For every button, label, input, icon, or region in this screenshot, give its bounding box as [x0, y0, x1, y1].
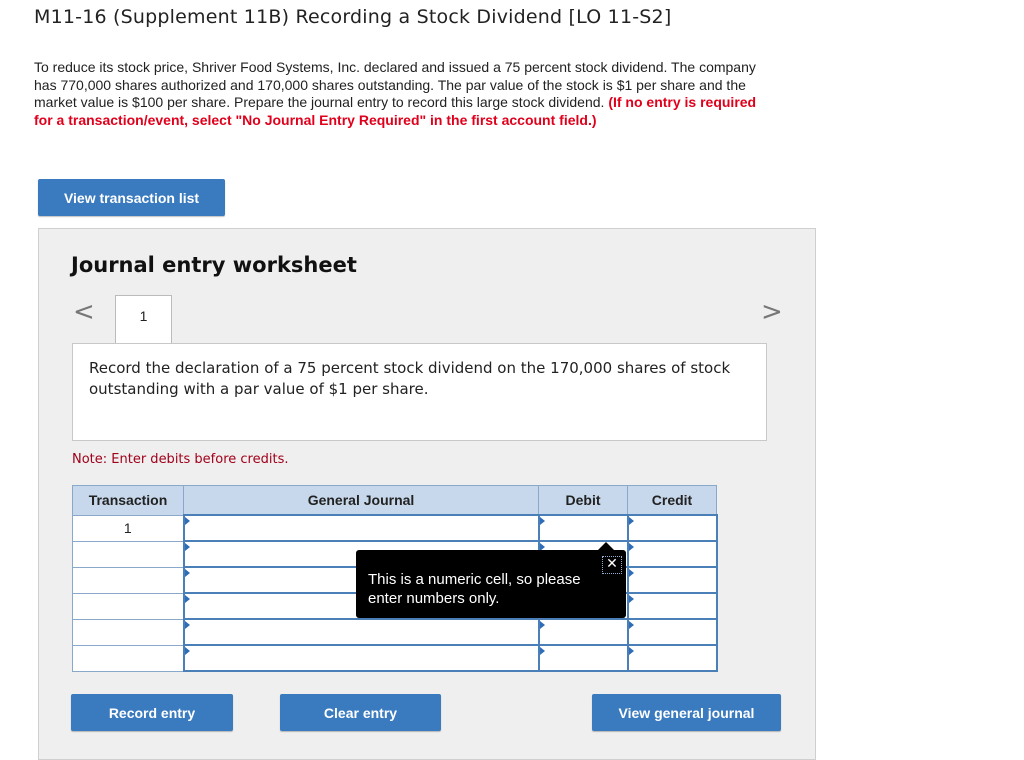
- credit-field[interactable]: [626, 514, 718, 542]
- transaction-cell: [72, 566, 184, 594]
- page-title: M11-16 (Supplement 11B) Recording a Stoc…: [34, 6, 672, 28]
- credit-field[interactable]: [626, 618, 718, 646]
- credit-field[interactable]: [626, 644, 718, 672]
- header-credit: Credit: [627, 485, 717, 516]
- table-row: [72, 644, 718, 672]
- record-entry-button[interactable]: Record entry: [71, 694, 233, 731]
- debit-field[interactable]: [537, 514, 629, 542]
- table-header-row: Transaction General Journal Debit Credit: [72, 485, 717, 516]
- view-general-journal-button[interactable]: View general journal: [592, 694, 781, 731]
- account-field[interactable]: [182, 618, 540, 646]
- journal-worksheet-panel: Journal entry worksheet < > 1 Record the…: [38, 228, 816, 760]
- account-field[interactable]: [182, 644, 540, 672]
- transaction-cell: [72, 644, 184, 672]
- next-arrow-icon[interactable]: >: [761, 297, 783, 327]
- tab-label: 1: [139, 308, 148, 324]
- close-icon[interactable]: ✕: [602, 556, 622, 574]
- tooltip-caret: [598, 542, 614, 550]
- tab-transaction-1[interactable]: 1: [115, 295, 172, 345]
- header-general-journal: General Journal: [183, 485, 539, 516]
- account-field[interactable]: [182, 514, 540, 542]
- tooltip-text: This is a numeric cell, so please enter …: [368, 571, 581, 607]
- table-row: 1: [72, 514, 718, 542]
- transaction-cell: [72, 592, 184, 620]
- view-transaction-list-button[interactable]: View transaction list: [38, 179, 225, 216]
- debit-field[interactable]: [537, 618, 629, 646]
- transaction-cell: 1: [72, 514, 184, 542]
- prev-arrow-icon[interactable]: <: [73, 297, 95, 327]
- worksheet-title: Journal entry worksheet: [71, 253, 357, 277]
- debit-field[interactable]: [537, 644, 629, 672]
- clear-entry-button[interactable]: Clear entry: [280, 694, 441, 731]
- credit-field[interactable]: [626, 566, 718, 594]
- transaction-description: Record the declaration of a 75 percent s…: [72, 343, 767, 441]
- transaction-cell: [72, 618, 184, 646]
- header-transaction: Transaction: [72, 485, 184, 516]
- table-row: [72, 618, 718, 646]
- credit-field[interactable]: [626, 540, 718, 568]
- header-debit: Debit: [538, 485, 628, 516]
- entry-note: Note: Enter debits before credits.: [72, 452, 289, 467]
- numeric-cell-tooltip: ✕ This is a numeric cell, so please ente…: [356, 542, 626, 618]
- problem-prompt: To reduce its stock price, Shriver Food …: [34, 59, 774, 129]
- credit-field[interactable]: [626, 592, 718, 620]
- transaction-cell: [72, 540, 184, 568]
